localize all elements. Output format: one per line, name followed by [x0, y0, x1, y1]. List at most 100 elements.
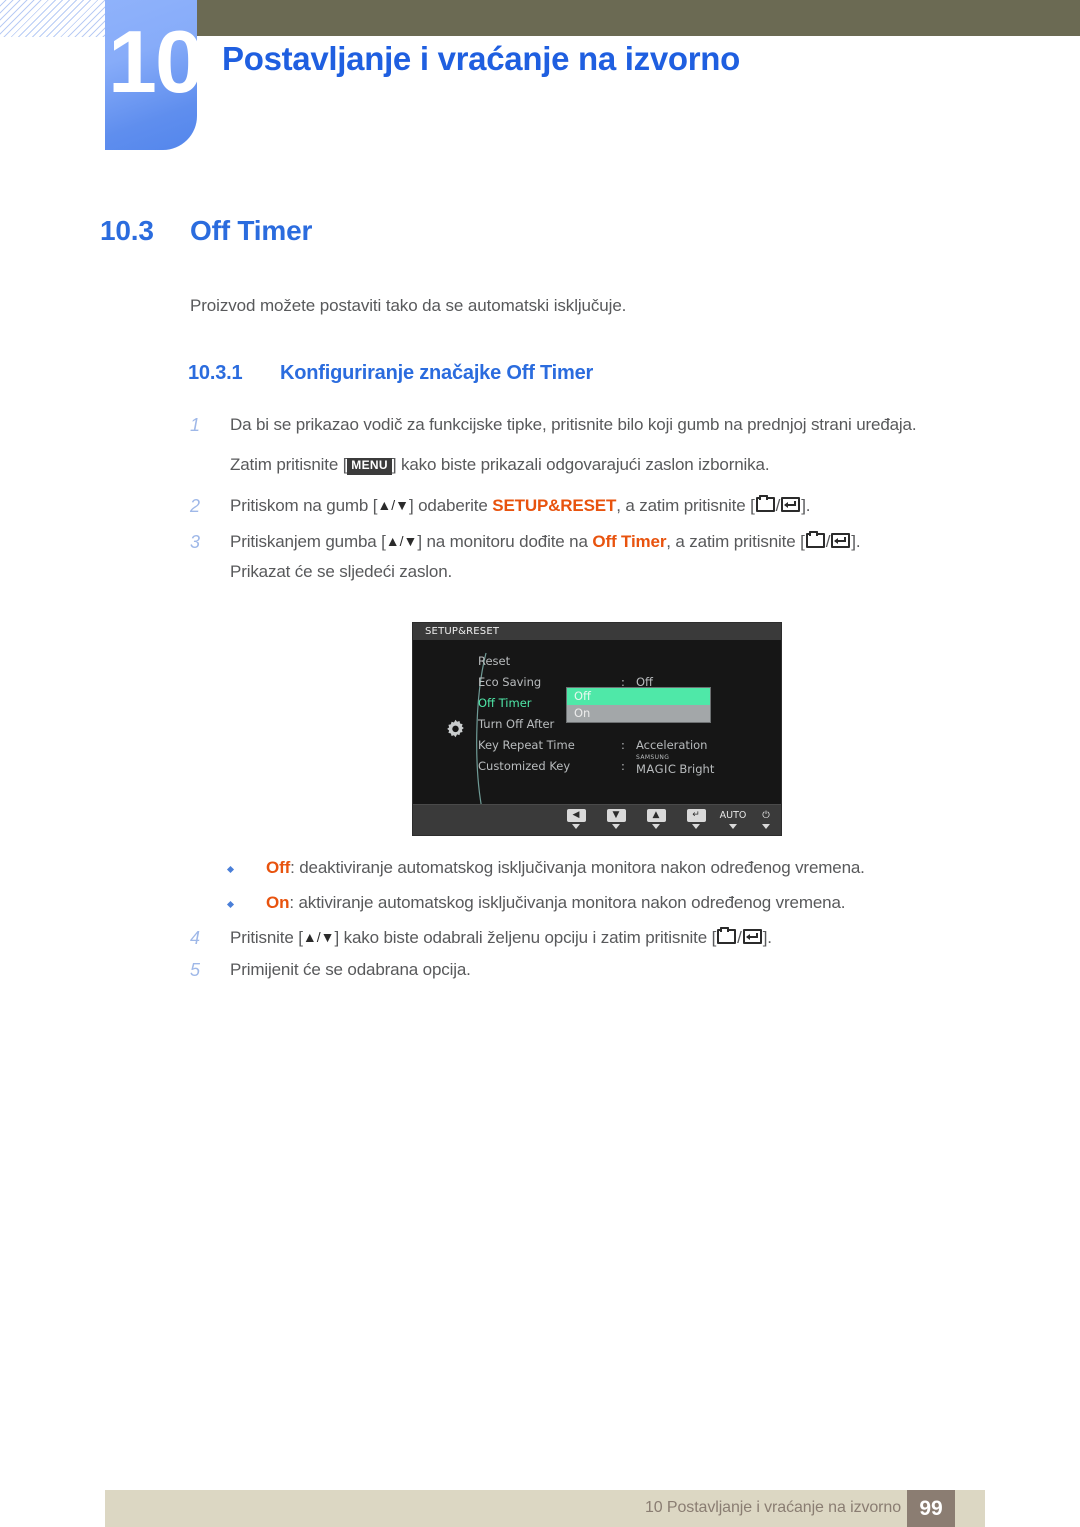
- gear-icon-svg: [447, 719, 464, 738]
- section-number: 10.3: [100, 215, 154, 246]
- dropdown-option-off[interactable]: Off: [567, 688, 710, 705]
- osd-button-down[interactable]: ▼: [599, 809, 633, 829]
- step-2-mid2: , a zatim pritisnite [: [616, 496, 755, 515]
- magic-word: MAGIC: [636, 762, 677, 776]
- step-4: 4 Pritisnite [▲/▼] kako biste odabrali ž…: [190, 927, 772, 948]
- step-2: 2 Pritiskom na gumb [▲/▼] odaberite SETU…: [190, 495, 811, 516]
- step-2-prefix: Pritiskom na gumb [: [230, 496, 378, 515]
- page-number: 99: [907, 1490, 955, 1527]
- osd-row-customized-key[interactable]: Customized Key : SAMSUNG MAGIC Bright: [478, 754, 778, 780]
- bullet-on-text: : aktiviranje automatskog isključivanja …: [289, 893, 846, 912]
- tick-marker: [729, 824, 737, 829]
- step-5: 5 Primijenit će se odabrana opcija.: [190, 960, 471, 980]
- step-3-mid: ] na monitoru dođite na: [417, 532, 593, 551]
- up-arrow-icon: ▲: [646, 809, 666, 822]
- source-key-icon: [755, 495, 775, 512]
- osd-label: Turn Off After: [478, 717, 555, 731]
- bullet-on: On: aktiviranje automatskog isključivanj…: [226, 893, 846, 913]
- step-2-mid: ] odaberite: [408, 496, 493, 515]
- step-4-number: 4: [190, 928, 200, 948]
- dropdown-option-on[interactable]: On: [567, 705, 710, 722]
- monitor-osd-screenshot: SETUP&RESET Reset Eco Saving : Off Off T…: [412, 622, 782, 836]
- section-heading: 10.3 Off Timer: [100, 215, 312, 247]
- osd-button-left[interactable]: ◀: [559, 809, 593, 829]
- osd-button-auto[interactable]: AUTO: [716, 809, 750, 829]
- step-3-mid2: , a zatim pritisnite [: [666, 532, 805, 551]
- bullet-diamond-icon: [226, 865, 235, 874]
- step-1-substep: Zatim pritisnite [MENU] kako biste prika…: [230, 455, 770, 475]
- enter-key-icon: [781, 497, 801, 512]
- osd-label: Key Repeat Time: [478, 738, 575, 752]
- source-key-icon: [717, 927, 737, 944]
- magic-bright-value: SAMSUNG MAGIC Bright: [636, 754, 714, 780]
- osd-row-key-repeat-time[interactable]: Key Repeat Time : Acceleration: [478, 735, 778, 756]
- chapter-title: Postavljanje i vraćanje na izvorno: [222, 40, 741, 77]
- step-4-prefix: Pritisnite [: [230, 928, 303, 947]
- bullet-on-label: On: [266, 893, 290, 912]
- osd-title-bar: SETUP&RESET: [413, 623, 781, 640]
- updown-arrow-icon: ▲/▼: [302, 929, 335, 945]
- step-2-highlight: SETUP&RESET: [492, 496, 617, 515]
- section-title: Off Timer: [190, 215, 313, 246]
- step-1-number: 1: [190, 415, 200, 435]
- osd-label: Customized Key: [478, 759, 571, 773]
- step-3-suffix: ].: [851, 532, 861, 551]
- osd-button-up[interactable]: ▲: [639, 809, 673, 829]
- power-icon: ⏻: [762, 810, 770, 821]
- section-intro-text: Proizvod možete postaviti tako da se aut…: [190, 296, 627, 315]
- osd-colon: :: [621, 759, 625, 773]
- osd-label: Eco Saving: [478, 675, 542, 689]
- step-3-highlight: Off Timer: [592, 532, 667, 551]
- down-arrow-icon: ▼: [606, 809, 626, 822]
- footer-bar: 10 Postavljanje i vraćanje na izvorno 99: [105, 1490, 985, 1527]
- step-3-number: 3: [190, 532, 200, 552]
- bullet-off-text: : deaktiviranje automatskog isključivanj…: [290, 858, 865, 877]
- bullet-off: Off: deaktiviranje automatskog isključiv…: [226, 858, 865, 878]
- enter-key-icon: [742, 929, 762, 944]
- step-4-suffix: ].: [762, 928, 772, 947]
- auto-label: AUTO: [719, 810, 747, 821]
- enter-arrow-icon: ↵: [686, 809, 706, 822]
- gear-icon: [443, 717, 468, 742]
- osd-value: Acceleration: [636, 738, 708, 752]
- bright-word: Bright: [679, 762, 715, 776]
- step-4-mid: ] kako biste odabrali željenu opciju i z…: [334, 928, 717, 947]
- osd-label: Off Timer: [478, 696, 532, 710]
- updown-arrow-icon: ▲/▼: [385, 533, 418, 549]
- bullet-off-label: Off: [266, 858, 291, 877]
- tick-marker: [652, 824, 660, 829]
- step-1-sub-suffix: ] kako biste prikazali odgovarajući zasl…: [391, 455, 770, 474]
- step-1-text: Da bi se prikazao vodič za funkcijske ti…: [230, 415, 917, 434]
- osd-button-enter[interactable]: ↵: [679, 809, 713, 829]
- step-2-number: 2: [190, 496, 200, 516]
- enter-key-icon: [831, 533, 851, 548]
- step-2-suffix: ].: [801, 496, 811, 515]
- osd-row-reset[interactable]: Reset: [478, 651, 778, 672]
- left-arrow-icon: ◀: [566, 809, 586, 822]
- subsection-heading: 10.3.1 Konfiguriranje značajke Off Timer: [188, 362, 593, 385]
- tick-marker: [612, 824, 620, 829]
- step-3-substep: Prikazat će se sljedeći zaslon.: [230, 562, 453, 581]
- osd-button-power[interactable]: ⏻: [749, 809, 781, 829]
- subsection-number: 10.3.1: [188, 362, 243, 384]
- bullet-diamond-icon: [226, 900, 235, 909]
- tick-marker: [692, 824, 700, 829]
- step-1: 1 Da bi se prikazao vodič za funkcijske …: [190, 415, 917, 435]
- tick-marker: [762, 824, 770, 829]
- source-key-icon: [805, 531, 825, 548]
- chapter-number: 10: [108, 12, 204, 111]
- step-5-text: Primijenit će se odabrana opcija.: [230, 960, 471, 979]
- off-timer-dropdown[interactable]: Off On: [566, 687, 711, 723]
- step-3: 3 Pritiskanjem gumba [▲/▼] na monitoru d…: [190, 531, 861, 552]
- header-olive-bar: [195, 0, 1080, 36]
- step-1-sub-prefix: Zatim pritisnite [: [230, 455, 348, 474]
- osd-label: Reset: [478, 654, 511, 668]
- osd-colon: :: [621, 738, 625, 752]
- footer-chapter-text: 10 Postavljanje i vraćanje na izvorno: [644, 1499, 901, 1516]
- step-5-number: 5: [190, 960, 200, 980]
- subsection-title: Konfiguriranje značajke Off Timer: [280, 362, 594, 384]
- updown-arrow-icon: ▲/▼: [377, 497, 409, 513]
- menu-key-badge: MENU: [347, 458, 392, 475]
- osd-button-bar: ◀ ▼ ▲ ↵ AUTO ⏻: [413, 804, 781, 835]
- tick-marker: [572, 824, 580, 829]
